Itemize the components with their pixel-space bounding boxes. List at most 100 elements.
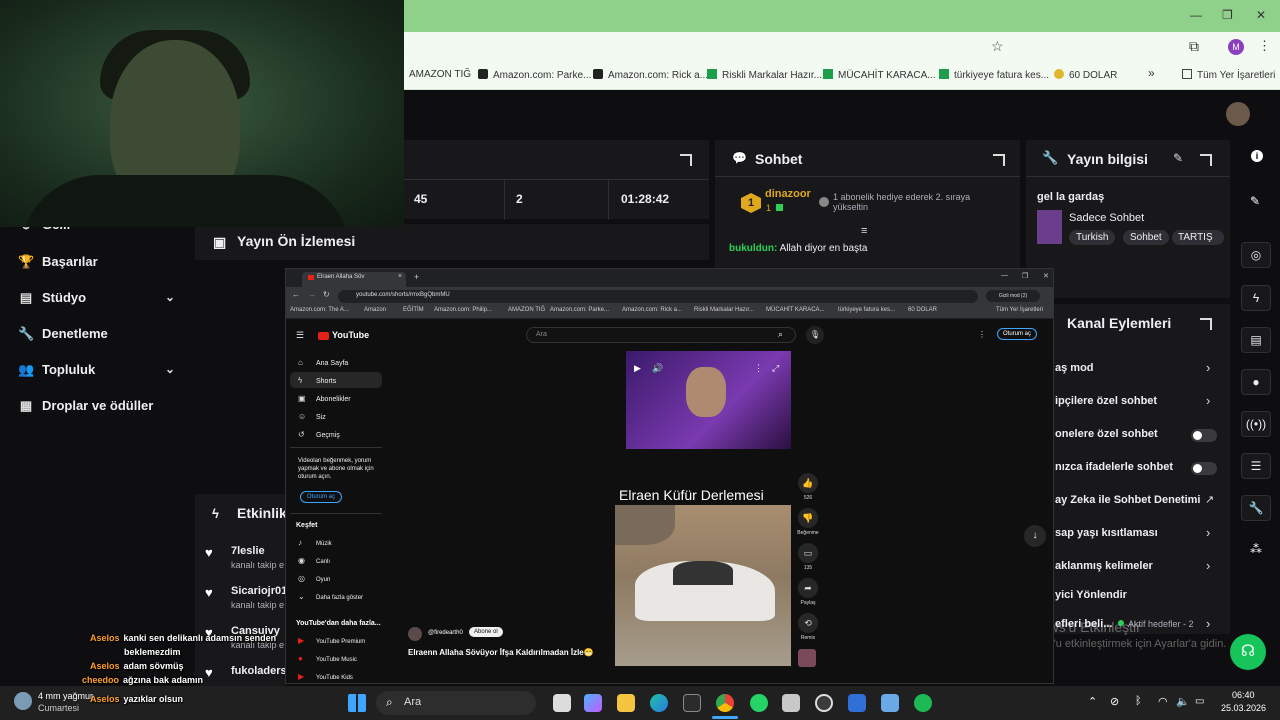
app-icon[interactable] <box>848 694 866 712</box>
rail-button-bolt[interactable]: ϟ <box>1241 285 1271 311</box>
copilot-icon[interactable] <box>584 694 602 712</box>
yt-nav-more[interactable]: ⌄ Daha fazla göster <box>298 592 363 601</box>
chevron-right-icon[interactable]: › <box>1206 393 1210 408</box>
yt-bookmark[interactable]: türkiyeye fatura kes... <box>838 307 895 313</box>
notepad-icon[interactable] <box>881 694 899 712</box>
popout-icon[interactable] <box>1200 318 1212 330</box>
yt-sidebar-signin-button[interactable]: Oturum aç <box>300 491 343 503</box>
action-row[interactable]: aş mod <box>1055 362 1094 374</box>
back-icon[interactable]: ← <box>292 290 300 299</box>
yt-nav-music[interactable]: ♪ Müzik <box>298 538 332 547</box>
user-avatar[interactable] <box>1226 102 1250 126</box>
bookmark[interactable]: Riskli Markalar Hazır... <box>707 69 822 81</box>
maximize-button[interactable]: ❐ <box>1022 272 1028 280</box>
chevron-right-icon[interactable]: › <box>1206 360 1210 375</box>
like-button[interactable]: 👍 526 <box>796 473 820 501</box>
video-title[interactable]: Elraenn Allaha Sövüyor İfşa Kaldırılmada… <box>408 648 594 657</box>
wifi-icon[interactable]: ◠ <box>1158 695 1168 708</box>
subscribe-button[interactable]: Abone ol <box>469 627 503 637</box>
yt-nav-live[interactable]: ◉ Canlı <box>298 556 330 565</box>
microphone-icon[interactable]: 🎙 <box>806 326 824 344</box>
clock-time[interactable]: 06:40 <box>1232 690 1255 700</box>
rail-button-wrench[interactable]: 🔧 <box>1241 495 1271 521</box>
channel-avatar[interactable] <box>408 627 422 641</box>
audio-thumbnail[interactable] <box>798 649 816 667</box>
action-row[interactable]: sap yaşı kısıtlaması <box>1055 527 1158 539</box>
chrome-icon[interactable] <box>716 694 734 712</box>
yt-bookmark[interactable]: Tüm Yer İşaretleri <box>996 307 1043 313</box>
task-view-icon[interactable] <box>553 694 571 712</box>
yt-nav-music-app[interactable]: ● YouTube Music <box>298 654 357 663</box>
rail-button-chat[interactable]: ● <box>1241 369 1271 395</box>
yt-nav-premium[interactable]: ▶ YouTube Premium <box>298 636 365 645</box>
yt-signin-button[interactable]: Oturum aç <box>997 328 1038 340</box>
star-icon[interactable]: ☆ <box>991 38 1004 55</box>
file-explorer-icon[interactable] <box>617 694 635 712</box>
close-button[interactable]: ✕ <box>1043 272 1049 280</box>
action-row[interactable]: aklanmış kelimeler <box>1055 560 1153 572</box>
play-icon[interactable]: ▶ <box>634 363 641 374</box>
chevron-up-icon[interactable]: ⌃ <box>1088 695 1097 708</box>
close-button[interactable]: ✕ <box>1256 8 1266 22</box>
weather-icon[interactable] <box>14 692 32 710</box>
dots-icon[interactable]: ⁂ <box>1250 542 1262 556</box>
external-link-icon[interactable]: ↗ <box>1205 493 1214 506</box>
yt-nav-kids[interactable]: ▶ YouTube Kids <box>298 672 353 681</box>
yt-bookmark[interactable]: Amazon <box>364 307 386 313</box>
hamburger-icon[interactable]: ☰ <box>296 330 304 341</box>
sidebar-item-studyo[interactable]: ▤ Stüdyo ⌄ <box>18 290 175 306</box>
chevron-right-icon[interactable]: › <box>1206 616 1210 631</box>
bookmark[interactable]: Amazon.com: Rick a... <box>593 69 708 81</box>
bookmark[interactable]: AMAZON TIĞ <box>409 69 471 80</box>
bookmark[interactable]: MÜCAHİT KARACA... <box>823 69 936 81</box>
minimize-button[interactable]: — <box>1190 8 1202 22</box>
category-name[interactable]: Sadece Sohbet <box>1069 212 1144 224</box>
arrow-down-icon[interactable]: ↓ <box>1024 525 1046 547</box>
yt-bookmark[interactable]: Amazon.com: The A... <box>290 307 349 313</box>
bookmark[interactable]: 60 DOLAR <box>1054 69 1117 81</box>
yt-nav-home[interactable]: ⌂ Ana Sayfa <box>298 358 348 367</box>
edit-icon[interactable]: ✎ <box>1173 151 1183 165</box>
tag[interactable]: Turkish <box>1069 230 1116 245</box>
volume-icon[interactable]: 🔊 <box>652 363 663 374</box>
close-tab-icon[interactable]: × <box>398 273 402 280</box>
minimize-button[interactable]: — <box>1001 272 1008 279</box>
incognito-badge[interactable]: Gizli mod (2) <box>986 290 1040 302</box>
yt-bookmark[interactable]: AMAZON TIĞ <box>508 307 545 313</box>
profile-avatar[interactable]: M <box>1228 39 1244 55</box>
bookmark[interactable]: Amazon.com: Parke... <box>478 69 591 81</box>
clock-date[interactable]: 25.03.2026 <box>1221 703 1266 713</box>
popout-icon[interactable] <box>993 154 1005 166</box>
headset-icon[interactable]: ☊ <box>1230 634 1266 670</box>
yt-nav-you[interactable]: ☺ Siz <box>298 412 326 421</box>
all-bookmarks[interactable]: Tüm Yer İşaretleri <box>1182 69 1275 81</box>
reload-icon[interactable]: ↻ <box>323 290 330 299</box>
action-row[interactable]: ay Zeka ile Sohbet Denetimi <box>1055 494 1201 506</box>
yt-search-input[interactable] <box>526 327 796 343</box>
store-icon[interactable] <box>683 694 701 712</box>
toggle-switch[interactable] <box>1191 462 1217 475</box>
yt-bookmark[interactable]: Riskli Markalar Hazır... <box>694 307 754 313</box>
new-tab-icon[interactable]: + <box>414 272 419 282</box>
address-bar[interactable]: ☆ ⧉ M ⋮ <box>404 32 1280 86</box>
chevron-right-icon[interactable]: › <box>1206 525 1210 540</box>
action-row[interactable]: yici Yönlendir <box>1055 589 1127 601</box>
battery-icon[interactable]: ▭ <box>1195 696 1204 707</box>
yt-nav-history[interactable]: ↺ Geçmiş <box>298 430 340 439</box>
comments-button[interactable]: ▭ 135 <box>796 543 820 571</box>
bookmark[interactable]: türkiyeye fatura kes... <box>939 69 1049 81</box>
rail-button-camera[interactable]: ◎ <box>1241 242 1271 268</box>
yt-bookmark[interactable]: Amazon.com: Parke... <box>550 307 609 313</box>
sidebar-item-denetleme[interactable]: 🔧 Denetleme <box>18 326 193 342</box>
yt-bookmark[interactable]: EĞİTİM <box>403 307 424 313</box>
sidebar-item-topluluk[interactable]: 👥 Topluluk ⌄ <box>18 362 175 378</box>
yt-bookmark[interactable]: Amazon.com: Philip... <box>434 307 492 313</box>
yt-nav-gaming[interactable]: ◎ Oyun <box>298 574 330 583</box>
pencil-icon[interactable]: ✎ <box>1250 194 1260 208</box>
maximize-button[interactable]: ❐ <box>1222 8 1233 22</box>
filter-icon[interactable]: ≡ <box>861 225 867 237</box>
action-row[interactable]: nızca ifadelerle sohbet <box>1055 461 1173 473</box>
spotify-icon[interactable] <box>914 694 932 712</box>
volume-icon[interactable]: 🔈 <box>1176 695 1190 708</box>
puzzle-icon[interactable]: ⧉ <box>1189 38 1199 55</box>
